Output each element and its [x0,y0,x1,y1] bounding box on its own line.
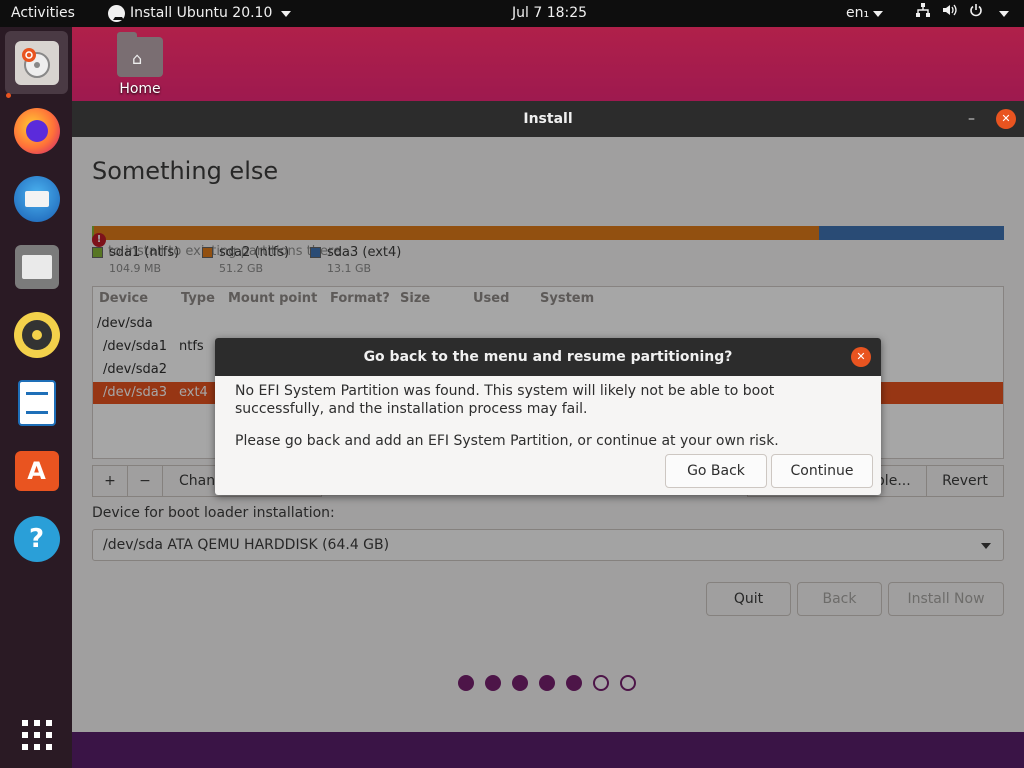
thunderbird-icon [13,175,60,222]
files-icon [14,244,59,289]
show-applications-icon [21,719,52,750]
app-menu[interactable]: Install Ubuntu 20.10 [108,0,292,27]
dock-libreoffice-writer[interactable] [5,371,68,434]
libreoffice-writer-icon [17,379,56,426]
home-desktop-icon[interactable]: ⌂ Home [110,32,170,99]
language-label: en₁ [846,5,870,21]
dock-firefox[interactable] [5,99,68,162]
dock-help[interactable]: ? [5,507,68,570]
software-center-icon: A [14,450,59,491]
dock-show-applications[interactable] [5,703,68,766]
volume-icon [942,0,957,27]
running-indicator [6,93,11,98]
go-back-button[interactable]: Go Back [665,454,767,488]
dock-rhythmbox[interactable] [5,303,68,366]
chevron-down-icon [999,10,1009,17]
dock-files[interactable] [5,235,68,298]
app-menu-label: Install Ubuntu 20.10 [130,5,273,21]
home-label: Home [119,81,161,97]
top-bar: Activities Install Ubuntu 20.10 Jul 7 18… [0,0,1024,27]
desktop-bottom [72,732,1024,768]
dock-software-center[interactable]: A [5,439,68,502]
minimize-button[interactable]: – [968,101,975,137]
dock-ubuntu-installer[interactable] [5,31,68,98]
activities-button[interactable]: Activities [11,0,75,27]
close-icon: ✕ [856,350,866,363]
close-icon: ✕ [1001,112,1011,125]
continue-button[interactable]: Continue [771,454,873,488]
dock-thunderbird[interactable] [5,167,68,230]
power-icon [969,0,983,27]
folder-icon: ⌂ [117,32,163,77]
system-tray[interactable] [916,0,1009,27]
chevron-down-icon [281,10,292,17]
dock: A ? [0,27,72,768]
window-title: Install [72,101,1024,137]
dialog-title: Go back to the menu and resume partition… [215,338,881,376]
close-dialog-button[interactable]: ✕ [851,347,871,367]
clock[interactable]: Jul 7 18:25 [512,0,587,27]
dialog-message-secondary: Please go back and add an EFI System Par… [235,433,779,449]
help-icon: ? [13,515,60,562]
close-window-button[interactable]: ✕ [996,109,1016,129]
chevron-down-icon [873,10,884,17]
ubuntu-installer-icon [14,40,59,85]
efi-warning-dialog: Go back to the menu and resume partition… [215,338,881,495]
language-indicator[interactable]: en₁ [846,0,884,27]
installer-app-icon [108,5,125,22]
firefox-icon [13,107,60,154]
network-icon [916,0,930,27]
dialog-message: No EFI System Partition was found. This … [235,383,775,417]
rhythmbox-icon [13,311,60,358]
